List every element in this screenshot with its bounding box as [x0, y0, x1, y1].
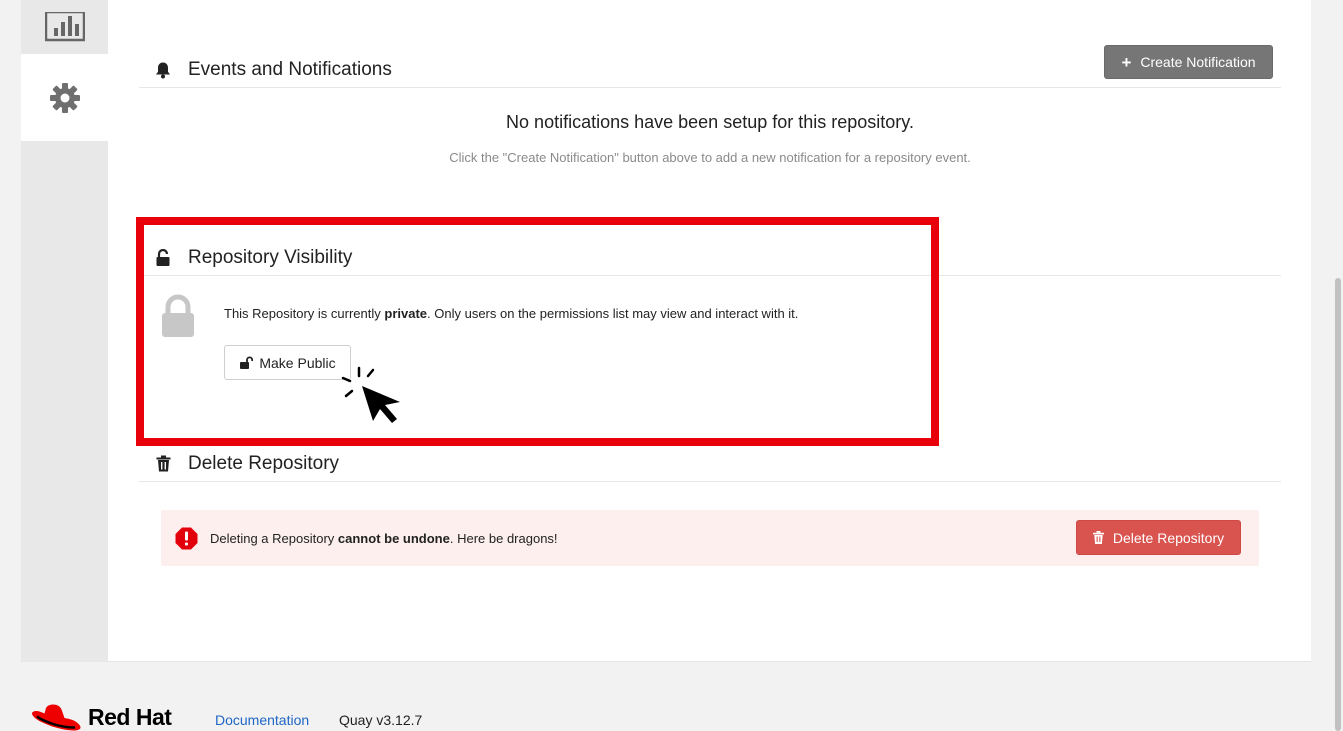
- trash-icon: [154, 455, 172, 473]
- trash-icon: [1092, 531, 1104, 544]
- visibility-status: private: [384, 306, 428, 321]
- delete-title: Delete Repository: [188, 452, 340, 474]
- tab-usage[interactable]: [21, 0, 109, 54]
- footer-brand: Red Hat: [88, 704, 172, 730]
- warning-octagon-icon: [175, 527, 198, 550]
- gear-icon: [50, 82, 80, 113]
- visibility-description: This Repository is currently private. On…: [224, 306, 799, 321]
- delete-repository-label: Delete Repository: [1112, 529, 1225, 546]
- make-public-button[interactable]: Make Public: [224, 345, 351, 380]
- tab-settings[interactable]: [21, 54, 109, 141]
- visibility-section-header: Repository Visibility: [139, 240, 1281, 276]
- plus-icon: +: [1121, 52, 1132, 72]
- create-notification-label: Create Notification: [1140, 54, 1256, 70]
- delete-repository-button[interactable]: Delete Repository: [1076, 520, 1241, 555]
- lock-icon: [162, 294, 194, 337]
- empty-notifications-subtitle: Click the "Create Notification" button a…: [449, 150, 971, 165]
- make-public-label: Make Public: [259, 354, 336, 371]
- delete-warning-text: Deleting a Repository cannot be undone. …: [210, 531, 558, 546]
- page: Events and Notifications + Create Notifi…: [0, 0, 1343, 731]
- red-hat-icon: [32, 704, 81, 731]
- click-cursor-icon: [341, 366, 400, 423]
- red-hat-logo[interactable]: Red Hat: [32, 704, 172, 731]
- unlock-icon: [240, 356, 254, 369]
- events-title: Events and Notifications: [188, 58, 392, 80]
- create-notification-button[interactable]: + Create Notification: [1104, 45, 1273, 79]
- documentation-link[interactable]: Documentation: [215, 712, 309, 728]
- visibility-title: Repository Visibility: [188, 246, 353, 268]
- unlock-icon: [154, 248, 172, 267]
- empty-notifications-title: No notifications have been setup for thi…: [506, 112, 914, 132]
- bar-chart-icon: [45, 12, 85, 42]
- version-label: Quay v3.12.7: [339, 712, 423, 728]
- delete-section-header: Delete Repository: [139, 446, 1281, 482]
- scrollbar-thumb[interactable]: [1335, 278, 1341, 731]
- delete-warning-emphasis: cannot be undone: [337, 531, 450, 546]
- bell-icon: [154, 61, 172, 79]
